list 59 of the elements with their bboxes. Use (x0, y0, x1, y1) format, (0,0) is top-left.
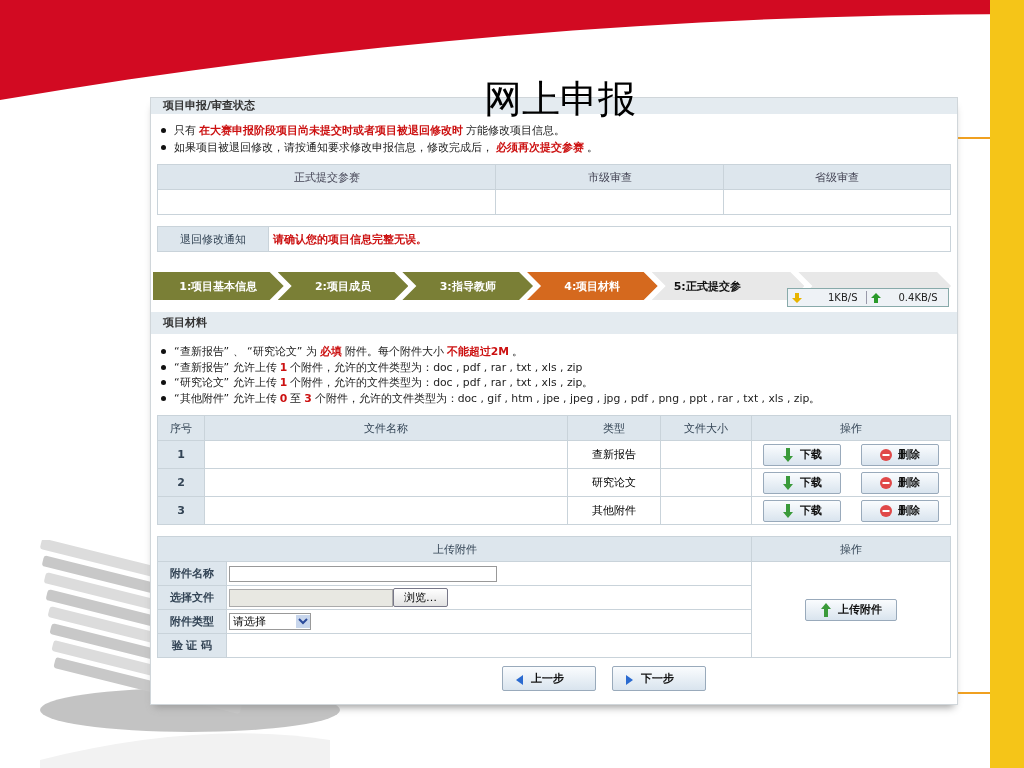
browse-button[interactable]: 浏览… (393, 588, 448, 607)
table-cell: 其他附件 (567, 496, 661, 525)
download-button[interactable]: 下载 (763, 499, 841, 522)
download-arrow-icon (782, 447, 794, 462)
step-tab[interactable]: 3:指导教师 (402, 272, 533, 300)
previous-button[interactable]: 上一步 (502, 666, 596, 691)
download-arrow-icon (792, 292, 802, 303)
minus-circle-icon (880, 475, 892, 490)
section-header: 项目材料 (151, 312, 957, 334)
delete-button[interactable]: 删除 (861, 443, 939, 466)
column-header: 操作 (751, 536, 951, 562)
notice-text: “查新报告” 、 “研究论文” 为 必填 附件。每个附件大小 不能超过2M 。 (157, 344, 951, 360)
minus-circle-icon (880, 503, 892, 518)
notice-message: 请确认您的项目信息完整无误。 (268, 226, 951, 252)
download-arrow-icon (782, 503, 794, 518)
table-cell: 1 (157, 440, 205, 469)
delete-button[interactable]: 删除 (861, 499, 939, 522)
column-header: 省级审查 (723, 164, 951, 190)
upload-arrow-icon (820, 602, 832, 617)
table-cell: 2 (157, 468, 205, 497)
column-header: 文件大小 (660, 415, 752, 441)
field-label: 附件类型 (157, 609, 227, 634)
upload-arrow-icon (870, 292, 881, 303)
column-header: 类型 (567, 415, 661, 441)
input-field[interactable] (229, 565, 497, 582)
column-header: 序号 (157, 415, 205, 441)
file-path-field[interactable] (229, 588, 393, 607)
download-button[interactable]: 下载 (763, 443, 841, 466)
table-cell: 3 (157, 496, 205, 525)
chevron-down-icon (296, 615, 310, 628)
select-dropdown[interactable]: 请选择 (229, 613, 311, 630)
upload-button[interactable]: 上传附件 (805, 598, 897, 621)
step-tab[interactable]: 4:项目材料 (527, 272, 658, 300)
field-label: 附件名称 (157, 561, 227, 586)
notice-text: “查新报告” 允许上传 1 个附件，允许的文件类型为：doc , pdf , rar , txt , xls , zip (157, 359, 951, 375)
column-header: 市级审查 (495, 164, 724, 190)
field-label: 验 证 码 (157, 633, 227, 658)
download-arrow-icon (782, 475, 794, 490)
step-tab[interactable]: 1:项目基本信息 (153, 272, 284, 300)
notice-text: 只有 在大赛申报阶段项目尚未提交时或者项目被退回修改时 方能修改项目信息。 (157, 122, 951, 139)
column-header: 文件名称 (204, 415, 568, 441)
column-header: 操作 (751, 415, 951, 441)
field-label: 选择文件 (157, 585, 227, 610)
table-cell: 研究论文 (567, 468, 661, 497)
step-tab[interactable]: 5:正式提交参 (651, 272, 805, 300)
table-cell: 查新报告 (567, 440, 661, 469)
next-button[interactable]: 下一步 (612, 666, 706, 691)
column-header: 正式提交参赛 (157, 164, 496, 190)
field-label: 退回修改通知 (157, 226, 269, 252)
delete-button[interactable]: 删除 (861, 471, 939, 494)
minus-circle-icon (880, 447, 892, 462)
column-header: 上传附件 (157, 536, 752, 562)
upload-speed: 0.4KB/S (898, 292, 938, 303)
download-button[interactable]: 下载 (763, 471, 841, 494)
download-speed: 1KB/S (828, 292, 858, 303)
notice-text: “其他附件” 允许上传 0 至 3 个附件，允许的文件类型为：doc , gif , htm , jpe , jpeg , jpg , pdf , png , ppt , rar , txt , xls , zip。 (157, 390, 951, 406)
notice-text: “研究论文” 允许上传 1 个附件，允许的文件类型为：doc , pdf , rar , txt , xls , zip。 (157, 375, 951, 391)
step-tab[interactable]: 2:项目成员 (277, 272, 409, 300)
notice-text: 如果项目被退回修改，请按通知要求修改申报信息，修改完成后， 必须再次提交参赛 。 (157, 139, 951, 156)
